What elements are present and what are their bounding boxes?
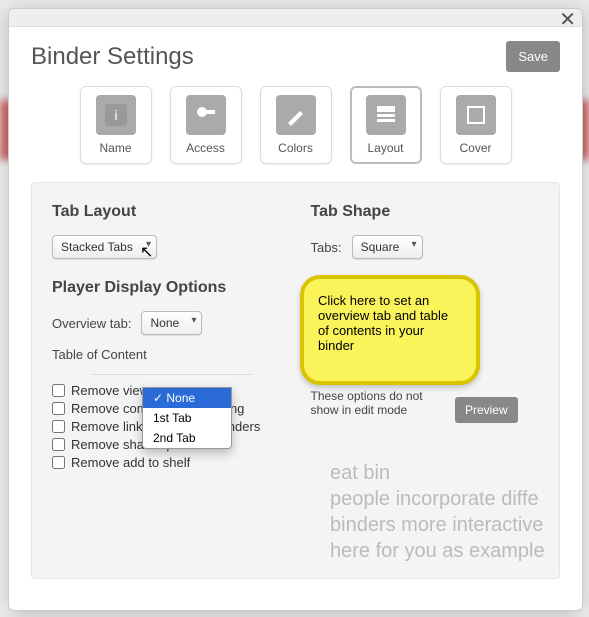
check-remove-shelf[interactable]: Remove add to shelf <box>52 455 281 470</box>
preview-note: These options do not show in edit mode <box>311 389 451 417</box>
toc-label: Table of Content <box>52 347 147 362</box>
dropdown-option-1st[interactable]: 1st Tab <box>143 408 231 428</box>
preview-button[interactable]: Preview <box>455 397 518 423</box>
tabs-shape-label: Tabs: <box>311 240 342 255</box>
callout-text: Click here to set an overview tab and ta… <box>318 293 448 353</box>
cover-icon <box>456 95 496 135</box>
tab-layout-select[interactable]: Stacked Tabs <box>52 235 157 259</box>
tab-shape-select[interactable]: Square <box>352 235 423 259</box>
tab-cover[interactable]: Cover <box>440 86 512 164</box>
checkbox[interactable] <box>52 402 65 415</box>
tab-label: Access <box>186 141 225 155</box>
svg-text:i: i <box>114 107 117 123</box>
save-button[interactable]: Save <box>506 41 560 72</box>
tab-label: Layout <box>367 141 403 155</box>
tab-label: Colors <box>278 141 313 155</box>
tab-access[interactable]: Access <box>170 86 242 164</box>
checkbox[interactable] <box>52 438 65 451</box>
checkbox[interactable] <box>52 420 65 433</box>
tab-label: Cover <box>459 141 491 155</box>
modal-title: Binder Settings <box>31 43 194 71</box>
brush-icon <box>276 95 316 135</box>
tab-layout-heading: Tab Layout <box>52 203 281 221</box>
tab-name[interactable]: i Name <box>80 86 152 164</box>
separator <box>92 374 252 375</box>
overview-label: Overview tab: <box>52 316 131 331</box>
close-icon[interactable]: ✕ <box>559 7 576 32</box>
tab-shape-heading: Tab Shape <box>311 203 540 221</box>
modal-titlebar <box>9 9 582 27</box>
settings-modal: ✕ Binder Settings Save i Name Access Col… <box>8 8 583 611</box>
checkbox[interactable] <box>52 384 65 397</box>
info-icon: i <box>96 95 136 135</box>
tab-layout[interactable]: Layout <box>350 86 422 164</box>
dropdown-option-none[interactable]: None <box>143 388 231 408</box>
settings-tabs: i Name Access Colors Layout Cover <box>31 86 560 164</box>
player-options-heading: Player Display Options <box>52 279 281 297</box>
overview-tab-select[interactable]: None <box>141 311 202 335</box>
help-callout: Click here to set an overview tab and ta… <box>300 275 480 385</box>
checkbox[interactable] <box>52 456 65 469</box>
check-label: Remove add to shelf <box>71 455 190 470</box>
tab-label: Name <box>99 141 131 155</box>
layout-icon <box>366 95 406 135</box>
key-icon <box>186 95 226 135</box>
dropdown-option-2nd[interactable]: 2nd Tab <box>143 428 231 448</box>
toc-dropdown-menu[interactable]: None 1st Tab 2nd Tab <box>142 387 232 449</box>
tab-colors[interactable]: Colors <box>260 86 332 164</box>
